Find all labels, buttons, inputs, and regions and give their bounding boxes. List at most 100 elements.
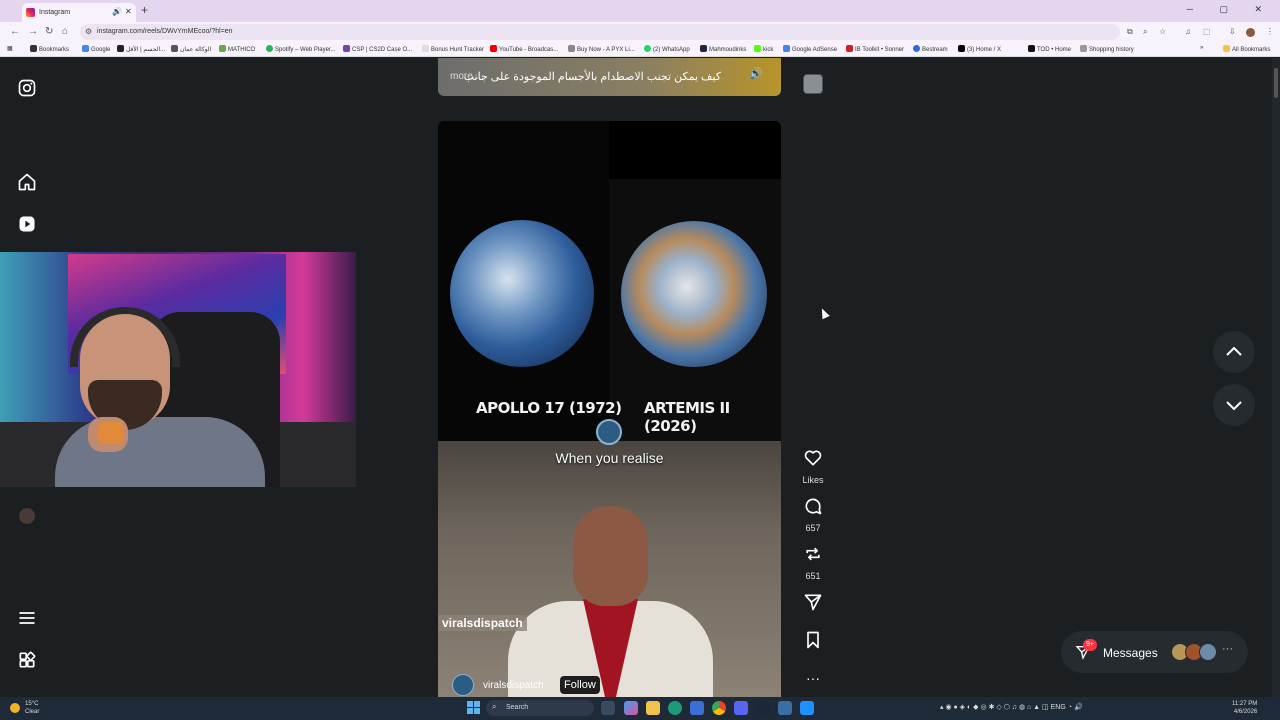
bookmark-item[interactable]: الحسم | الأقل... [117,45,165,53]
previous-reel-button[interactable] [1213,331,1255,373]
bookmark-star-icon[interactable]: ☆ [1159,27,1166,36]
bookmark-item[interactable]: Google AdSense [783,45,837,53]
bookmark-item[interactable]: MATHICO [219,45,255,53]
bookmark-item[interactable]: (2) WhatsApp [644,45,690,53]
repost-button[interactable]: 651 [800,544,826,581]
share-button[interactable] [800,592,826,617]
reel-video[interactable]: APOLLO 17 (1972) ARTEMIS II (2026) When … [438,121,781,697]
discord-icon[interactable] [734,701,748,715]
bookmark-item[interactable]: TOD • Home [1028,45,1071,53]
file-explorer-icon[interactable] [646,701,660,715]
meme-text: When you realise [555,450,664,466]
bookmark-item[interactable]: Bonus Hunt Tracker [422,45,484,53]
bookmark-item[interactable]: Mahmoudinks [700,45,746,53]
author-avatar[interactable] [452,674,474,696]
downloads-icon[interactable]: ⇩ [1229,27,1236,36]
close-tab-icon[interactable]: ✕ [125,7,132,16]
instagram-logo-icon[interactable] [17,78,37,98]
app-icon[interactable] [800,701,814,715]
contact-avatar [1199,643,1217,661]
bookmark-item[interactable]: Bestream [913,45,948,53]
taskbar-clock[interactable]: 11:27 PM 4/6/2026 [1232,700,1257,716]
save-button[interactable] [800,630,826,655]
comment-button[interactable]: 657 [800,496,826,533]
menu-kebab-icon[interactable]: ⋮ [1266,27,1274,36]
url-field[interactable]: ⚙ instagram.com/reels/DWvYmMEcoo/?hl=en [80,24,1120,40]
browser-tab[interactable]: Instagram 🔊 ✕ [22,3,136,22]
task-view-icon[interactable] [601,701,615,715]
app-icon[interactable] [778,701,792,715]
webcam-overlay [0,252,356,487]
previous-reel[interactable]: more ... كيف يمكن تجنب الاصطدام بالأجسام… [438,58,781,96]
label-artemis: ARTEMIS II (2026) [644,399,730,435]
apps-grid-icon[interactable]: ▦ [7,45,13,52]
send-icon [804,594,822,611]
bookmark-item[interactable]: CSP | CS2D Case O... [343,45,412,53]
taskbar-search[interactable]: ⌕ Search [486,700,594,716]
new-tab-button[interactable]: + [141,3,148,17]
search-icon: ⌕ [492,702,497,711]
audio-avatar[interactable] [803,74,823,94]
weather-widget[interactable]: 15°C Clear [25,700,39,716]
all-bookmarks[interactable]: All Bookmarks [1223,45,1270,53]
site-info-icon[interactable]: ⚙ [85,27,92,36]
earth-image-artemis [621,221,767,367]
bookmark-item[interactable]: YouTube - Broadcas... [490,45,558,53]
weather-icon[interactable] [10,703,20,713]
address-toolbar: ← → ↻ ⌂ ⚙ instagram.com/reels/DWvYmMEcoo… [0,22,1280,42]
chevron-down-icon [1226,401,1242,411]
author-username[interactable]: viralsdispatch [483,680,544,691]
start-button[interactable] [467,701,481,715]
bookmark-item[interactable]: Spotify – Web Player... [266,45,336,53]
bookmark-item[interactable]: IB Toolkit • Sonner [846,45,904,53]
menu-icon[interactable] [17,608,37,628]
watermark: viralsdispatch [438,615,527,631]
bookmark-item[interactable]: kick [754,45,773,53]
copilot-icon[interactable] [624,701,638,715]
bookmark-item[interactable]: Buy Now - A PYX Li... [568,45,635,53]
media-icon[interactable]: ♫ [1185,27,1191,36]
profile-avatar[interactable] [1246,28,1255,37]
profile-avatar[interactable] [19,508,35,524]
more-options-icon[interactable]: ··· [800,670,826,686]
apps-icon[interactable] [17,650,37,670]
speaker-icon[interactable]: 🔊 [112,7,122,16]
page-scrollbar[interactable] [1272,58,1280,697]
forward-icon[interactable]: → [28,26,38,37]
bookmarks-overflow-icon[interactable]: » [1200,45,1203,51]
bookmark-item[interactable]: Bookmarks [30,45,69,53]
home-icon[interactable]: ⌂ [62,26,68,37]
language-indicator[interactable]: ENG [1051,704,1066,711]
next-reel-button[interactable] [1213,384,1255,426]
messages-button[interactable]: 9+ Messages ··· [1061,631,1248,673]
store-icon[interactable] [690,701,704,715]
volume-icon[interactable]: 🔊 [1074,704,1083,711]
bookmark-item[interactable]: (3) Home / X [958,45,1001,53]
bookmark-item[interactable]: Google [82,45,110,53]
repost-count: 651 [805,571,821,581]
system-tray[interactable]: ▴ ◉ ● ◈ ◐ ◆ ◎ ✱ ◇ ⬡ ♫ ◍ ⌂ ▲ ◫ ENG ◔ 🔊 [940,703,1083,711]
bookmark-item[interactable]: Shopping history [1080,45,1134,53]
url-text: instagram.com/reels/DWvYmMEcoo/?hl=en [97,28,233,35]
windows-taskbar: 15°C Clear ⌕ Search ▴ ◉ ● ◈ ◐ ◆ ◎ ✱ ◇ ⬡ … [0,697,1280,720]
follow-button[interactable]: Follow [560,676,600,694]
browser-tab-bar: Instagram 🔊 ✕ + ─ ▢ ✕ [0,0,1280,22]
like-button[interactable]: Likes [800,448,826,485]
steam-icon[interactable] [756,701,770,715]
messages-label: Messages [1103,646,1158,660]
home-icon[interactable] [17,172,37,192]
edge-icon[interactable] [668,701,682,715]
bookmark-item[interactable]: الوكالة عمان [171,45,211,53]
chrome-icon[interactable] [712,701,726,715]
reload-icon[interactable]: ↻ [45,26,53,37]
install-icon[interactable]: ⧉ [1127,27,1133,37]
extensions-icon[interactable]: ⬚ [1203,27,1211,36]
reels-icon[interactable] [17,214,37,234]
likes-label: Likes [802,475,824,485]
bookmarks-bar: ▦ Bookmarks Google الحسم | الأقل... الوك… [0,42,1280,57]
tray-icons[interactable]: ▴ ◉ ● ◈ ◐ ◆ ◎ ✱ ◇ ⬡ ♫ ◍ ⌂ ▲ ◫ [940,704,1051,711]
zoom-icon[interactable]: ⌕ [1143,27,1147,37]
window-controls[interactable]: ─ ▢ ✕ [1187,4,1274,15]
volume-icon[interactable]: 🔊 [749,67,763,80]
back-icon[interactable]: ← [10,26,20,37]
